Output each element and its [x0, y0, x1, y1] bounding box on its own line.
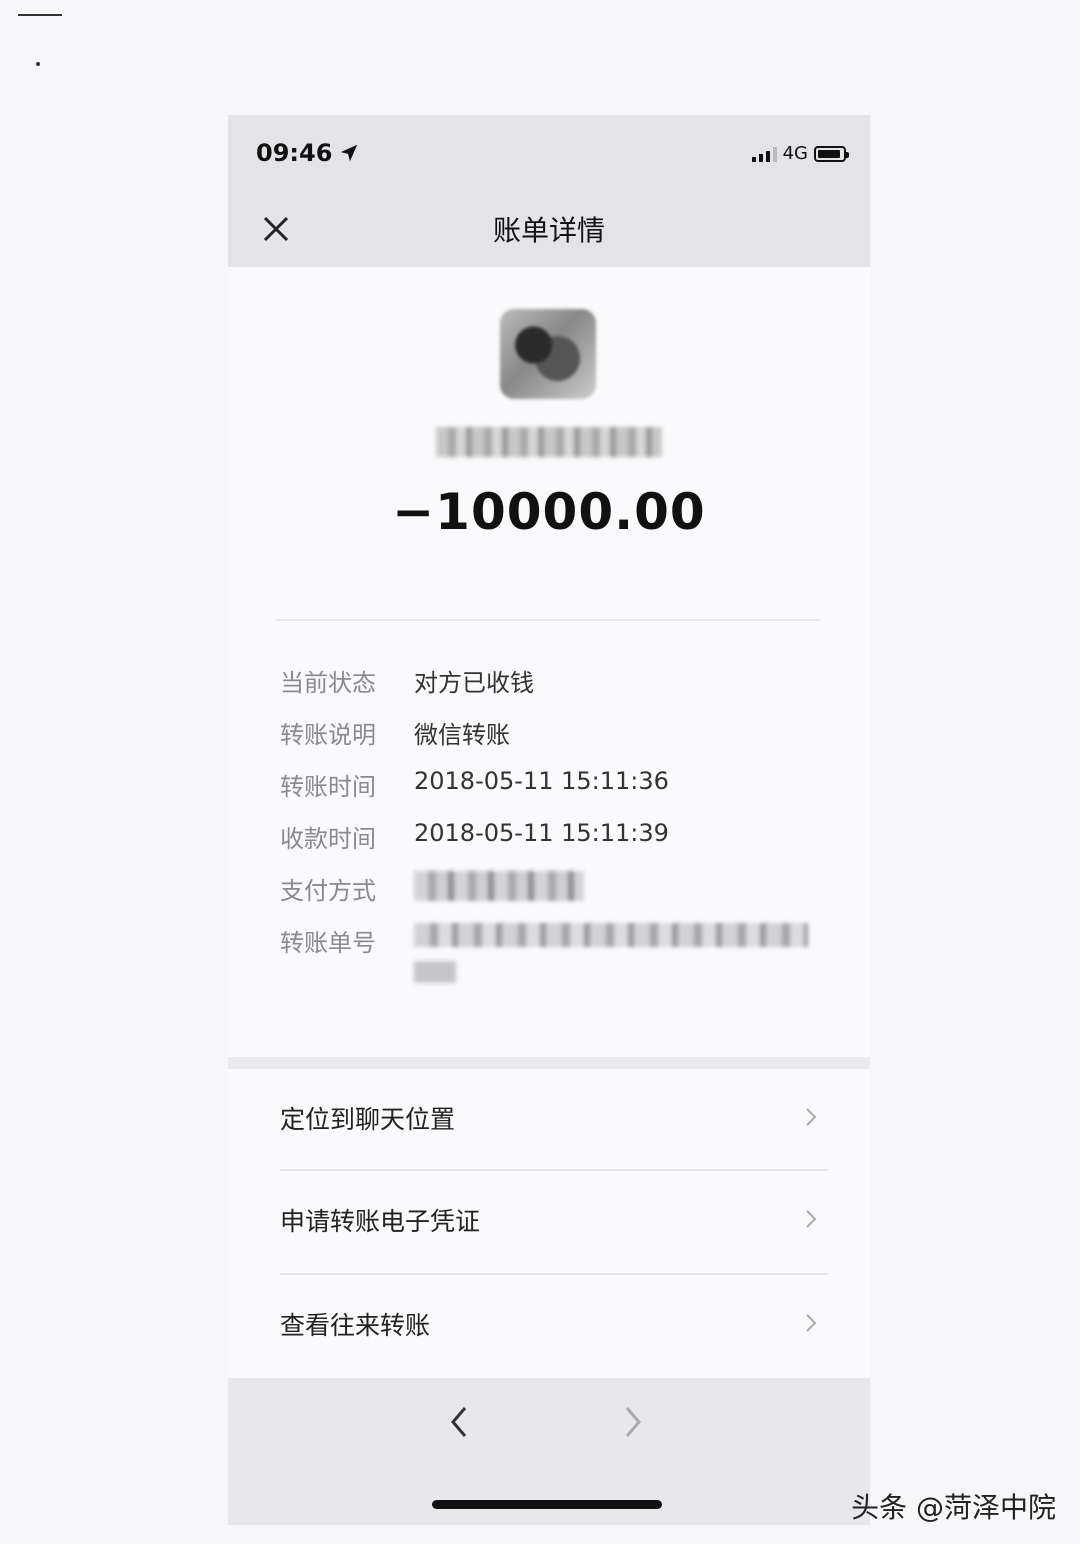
detail-value: 微信转账	[414, 721, 510, 749]
avatar	[500, 309, 596, 399]
detail-row-receive-time: 收款时间 2018-05-11 15:11:39	[280, 819, 820, 871]
menu-item-label: 定位到聊天位置	[280, 1105, 456, 1134]
bottom-toolbar	[228, 1378, 870, 1525]
status-time-text: 09:46	[256, 139, 333, 167]
detail-label: 当前状态	[280, 669, 376, 697]
status-right: 4G	[751, 143, 849, 164]
signal-strength-icon	[751, 146, 777, 162]
detail-label: 收款时间	[280, 825, 376, 853]
detail-label: 转账单号	[280, 929, 376, 957]
detail-value: 对方已收钱	[414, 669, 534, 697]
location-arrow-icon	[341, 144, 358, 162]
detail-value: 2018-05-11 15:11:39	[414, 819, 669, 847]
detail-row-payment-method: 支付方式	[280, 871, 820, 923]
menu-item-locate-chat[interactable]: 定位到聊天位置	[280, 1067, 828, 1169]
transfer-amount: −10000.00	[392, 483, 706, 541]
status-time: 09:46	[256, 139, 360, 167]
scan-mark	[18, 14, 62, 16]
network-type: 4G	[782, 143, 808, 164]
detail-label: 转账说明	[280, 721, 376, 749]
detail-row-status: 当前状态 对方已收钱	[280, 663, 820, 715]
detail-row-note: 转账说明 微信转账	[280, 715, 820, 767]
menu-item-label: 申请转账电子凭证	[280, 1207, 481, 1236]
detail-value: 2018-05-11 15:11:36	[414, 767, 669, 795]
menu-item-view-history[interactable]: 查看往来转账	[280, 1273, 828, 1375]
scan-dot	[36, 62, 40, 66]
detail-label: 转账时间	[280, 773, 376, 801]
phone-screen: 09:46 4G 账单详情 −10000.00 当前状态 对方已收钱 转账说明 …	[228, 115, 870, 1525]
detail-label: 支付方式	[280, 877, 376, 905]
back-arrow-icon[interactable]	[446, 1404, 472, 1440]
divider	[276, 619, 820, 621]
payment-method-redacted	[414, 871, 584, 901]
watermark: 头条 @菏泽中院	[851, 1491, 1056, 1524]
detail-row-transaction-id: 转账单号	[280, 923, 820, 1003]
chevron-right-icon	[806, 1314, 817, 1332]
top-bar: 09:46 4G 账单详情	[228, 115, 870, 267]
menu-item-label: 查看往来转账	[280, 1311, 431, 1340]
detail-list: 当前状态 对方已收钱 转账说明 微信转账 转账时间 2018-05-11 15:…	[280, 663, 820, 1003]
menu-item-request-receipt[interactable]: 申请转账电子凭证	[280, 1169, 828, 1271]
chevron-right-icon	[806, 1108, 817, 1126]
transaction-id-redacted	[414, 923, 808, 983]
battery-icon	[814, 145, 849, 162]
home-indicator[interactable]	[432, 1500, 662, 1509]
detail-row-transfer-time: 转账时间 2018-05-11 15:11:36	[280, 767, 820, 819]
recipient-name-redacted	[436, 427, 662, 457]
page-title: 账单详情	[492, 214, 605, 247]
chevron-right-icon	[806, 1210, 817, 1228]
forward-arrow-icon[interactable]	[620, 1404, 646, 1440]
